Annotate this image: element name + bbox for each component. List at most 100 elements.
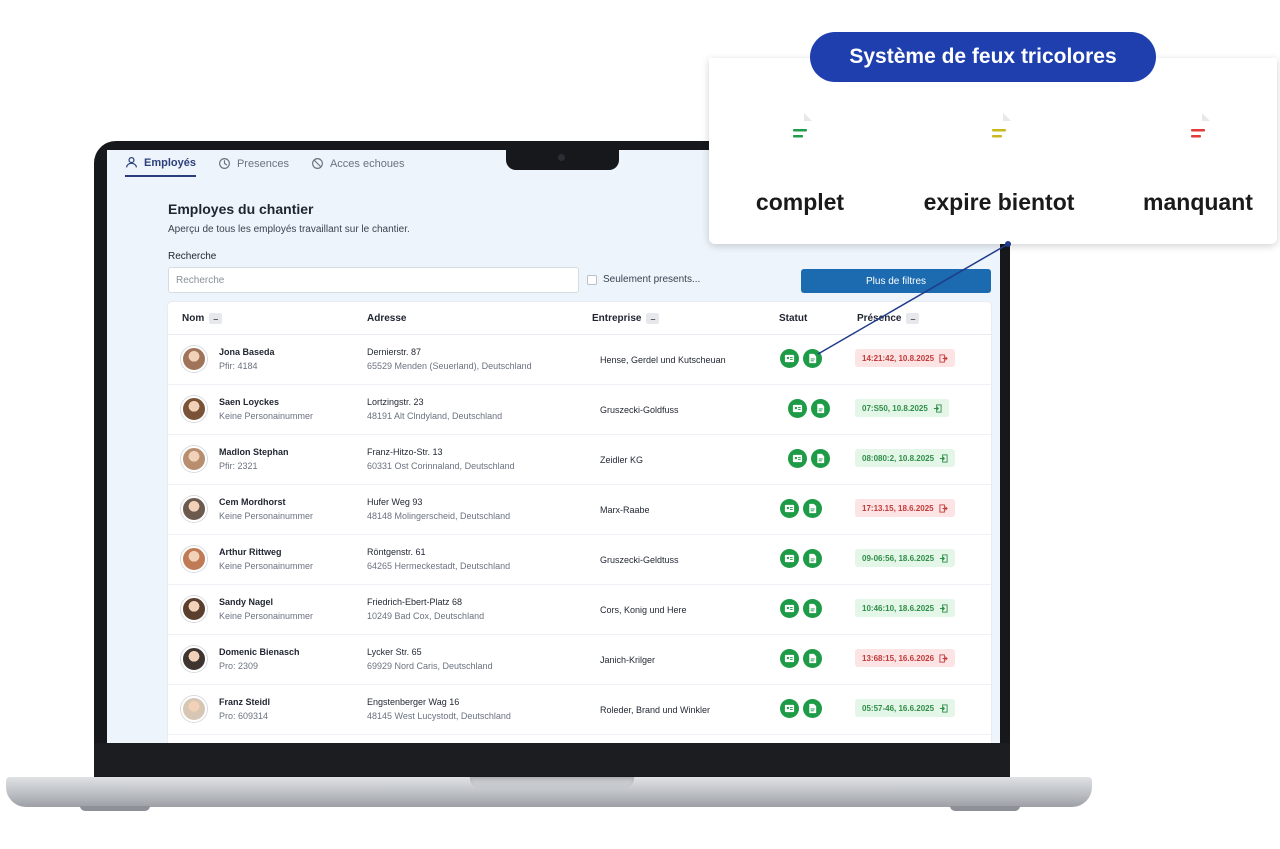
presence-time: 13:68:15, 16.6.2026 <box>862 653 935 663</box>
avatar <box>181 496 207 522</box>
document-icon[interactable] <box>803 549 822 568</box>
employee-number: Pro: 609314 <box>219 711 269 721</box>
clock-icon <box>219 158 230 169</box>
search-label: Recherche <box>168 251 217 262</box>
sort-icon[interactable]: – <box>646 313 660 324</box>
document-icon[interactable] <box>803 649 822 668</box>
table-row[interactable]: Franz Steidl Pro: 609314 Engstenberger Wag… <box>168 685 991 735</box>
sign-in-icon <box>933 403 942 413</box>
address-street: Röntgenstr. 61 <box>367 547 426 557</box>
header-presence[interactable]: Présence – <box>857 313 920 324</box>
id-card-icon[interactable] <box>780 349 799 368</box>
document-icon[interactable] <box>803 499 822 518</box>
status-icons <box>780 699 822 718</box>
sign-out-icon <box>939 503 948 513</box>
tab-label: Employés <box>144 156 196 169</box>
page-title: Employes du chantier <box>168 201 314 217</box>
address-street: Friedrich-Ebert-Platz 68 <box>367 597 463 607</box>
table-row[interactable]: Madlon Stephan Pfir: 2321 Franz-Hitzo-Str.… <box>168 435 991 485</box>
avatar <box>181 396 207 422</box>
company-name: Gruszecki-Geldtuss <box>600 555 679 565</box>
employee-number: Keine Personainummer <box>219 611 314 621</box>
company-name: Zeidler KG <box>600 455 644 465</box>
id-card-icon[interactable] <box>788 399 807 418</box>
id-card-icon[interactable] <box>780 499 799 518</box>
ban-icon <box>312 158 323 169</box>
light-label-expire-bientot: expire bientot <box>923 189 1075 215</box>
table-row[interactable]: Jona Baseda Pfir: 4184 Dernierstr. 87 65529… <box>168 335 991 385</box>
address-city: 48145 West Lucystodt, Deutschland <box>367 711 511 721</box>
presence-time: 09-06:56, 18.6.2025 <box>862 553 935 563</box>
avatar <box>181 446 207 472</box>
people-icon <box>126 157 137 168</box>
employee-number: Pfir: 2321 <box>219 461 258 471</box>
table-row[interactable]: Domenic Bienasch Pro: 2309 Lycker Str. 65 6… <box>168 635 991 685</box>
presence-badge: 14:21:42, 10.8.2025 <box>855 349 956 367</box>
address-city: 48191 Alt Clndyland, Deutschland <box>367 411 503 421</box>
light-label-manquant: manquant <box>1143 189 1253 215</box>
id-card-icon[interactable] <box>780 649 799 668</box>
table-row[interactable]: Saen Loyckes Keine Personainummer Lortzing… <box>168 385 991 435</box>
company-name: Cors, Konig und Here <box>600 605 687 615</box>
avatar <box>181 646 207 672</box>
table-header: Nom – Adresse Entreprise – Statut Présen… <box>168 302 991 335</box>
document-icon[interactable] <box>803 699 822 718</box>
presence-badge: 05:57-46, 16.6.2025 <box>855 699 956 717</box>
header-name[interactable]: Nom – <box>182 313 223 324</box>
checkbox-box[interactable] <box>587 274 597 285</box>
search-input[interactable] <box>168 267 579 293</box>
status-icons <box>780 349 822 368</box>
employee-name: Madlon Stephan <box>219 447 289 457</box>
address-street: Lortzingstr. 23 <box>367 397 424 407</box>
tab-acces-echoues[interactable]: Acces echoues <box>311 156 405 177</box>
status-icons <box>780 599 822 618</box>
address-street: Franz-Hitzo-Str. 13 <box>367 447 443 457</box>
table-row[interactable]: Cem Mordhorst Keine Personainummer Hufer W… <box>168 485 991 535</box>
more-filters-button[interactable]: Plus de filtres <box>801 269 991 293</box>
header-company[interactable]: Entreprise – <box>592 313 660 324</box>
presence-time: 07:S50, 10.8.2025 <box>862 403 928 413</box>
callout-title: Système de feux tricolores <box>810 32 1156 82</box>
document-icon <box>987 113 1011 143</box>
document-icon[interactable] <box>803 349 822 368</box>
header-label: Nom <box>182 313 205 324</box>
employee-number: Keine Personainummer <box>219 411 314 421</box>
sign-in-icon <box>939 453 948 463</box>
tab-presences[interactable]: Presences <box>218 156 289 177</box>
id-card-icon[interactable] <box>780 599 799 618</box>
header-label: Statut <box>779 313 808 324</box>
presence-badge: 13:68:15, 16.6.2026 <box>855 649 956 667</box>
company-name: Janich-Krilger <box>600 655 656 665</box>
avatar <box>181 546 207 572</box>
address-city: 65529 Menden (Seuerland), Deutschland <box>367 361 532 371</box>
presence-badge: 17:13.15, 18.6.2025 <box>855 499 955 517</box>
document-icon[interactable] <box>811 399 830 418</box>
light-complet <box>763 91 837 165</box>
address-street: Lycker Str. 65 <box>367 647 422 657</box>
document-icon[interactable] <box>811 449 830 468</box>
employee-name: Franz Steidl <box>219 697 271 707</box>
address-city: 10249 Bad Cox, Deutschland <box>367 611 485 621</box>
address-street: Hufer Weg 93 <box>367 497 423 507</box>
id-card-icon[interactable] <box>780 699 799 718</box>
present-only-checkbox[interactable]: Seulement presents... <box>587 274 700 285</box>
sort-icon[interactable]: – <box>209 313 223 324</box>
light-label-complet: complet <box>755 189 845 215</box>
header-label: Entreprise <box>592 313 642 324</box>
employee-number: Keine Personainummer <box>219 511 314 521</box>
laptop-foot-right <box>950 806 1020 811</box>
table-row[interactable]: Arthur Rittweg Keine Personainummer Röntge… <box>168 535 991 585</box>
sort-icon[interactable]: – <box>906 313 920 324</box>
table-row[interactable]: Sandy Nagel Keine Personainummer Friedrich… <box>168 585 991 635</box>
status-icons <box>780 649 822 668</box>
tab-employes[interactable]: Employés <box>125 156 196 177</box>
sign-in-icon <box>939 703 948 713</box>
header-address: Adresse <box>367 313 406 324</box>
laptop-chin <box>94 743 1010 776</box>
id-card-icon[interactable] <box>780 549 799 568</box>
document-icon[interactable] <box>803 599 822 618</box>
employee-name: Arthur Rittweg <box>219 547 282 557</box>
presence-badge: 09-06:56, 18.6.2025 <box>855 549 956 567</box>
company-name: Roleder, Brand und Winkler <box>600 705 711 715</box>
id-card-icon[interactable] <box>788 449 807 468</box>
